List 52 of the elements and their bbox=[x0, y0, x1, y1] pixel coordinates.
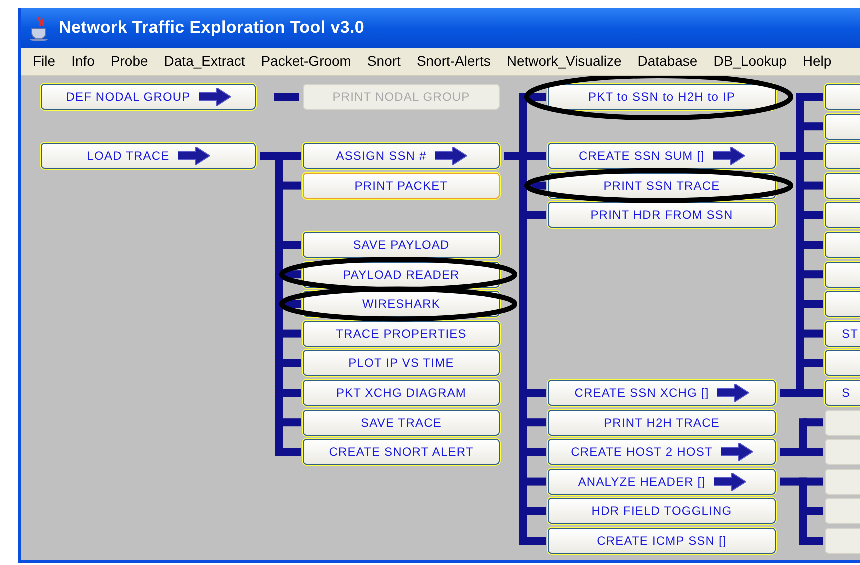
tool-button[interactable]: CREATE SNORT ALERT bbox=[303, 439, 500, 466]
tool-button[interactable]: PLOT IP VS TIME bbox=[303, 350, 500, 376]
arrow-icon bbox=[717, 384, 750, 402]
arrow-icon bbox=[178, 147, 210, 166]
tool-button[interactable] bbox=[825, 291, 860, 318]
tool-button[interactable]: CREATE SSN SUM [] bbox=[548, 143, 776, 170]
menu-item[interactable]: Snort bbox=[359, 51, 409, 72]
arrow-icon bbox=[713, 147, 745, 166]
connector-line bbox=[780, 478, 823, 545]
tool-button[interactable] bbox=[825, 262, 860, 288]
tool-button[interactable]: ST bbox=[825, 320, 860, 347]
menu-item[interactable]: DB_Lookup bbox=[706, 51, 795, 72]
tool-button[interactable]: PRINT HDR FROM SSN bbox=[548, 202, 776, 228]
tool-button[interactable]: ANALYZE HEADER [] bbox=[548, 468, 776, 495]
tool-button[interactable]: PKT XCHG DIAGRAM bbox=[303, 380, 500, 406]
menu-item[interactable]: Packet-Groom bbox=[253, 51, 360, 72]
menu-item[interactable]: Data_Extract bbox=[156, 51, 254, 72]
menu-item[interactable]: File bbox=[25, 51, 64, 72]
menu-item[interactable]: Database bbox=[630, 51, 706, 72]
tool-button[interactable]: CREATE SSN XCHG [] bbox=[548, 380, 776, 406]
tool-button[interactable] bbox=[825, 202, 860, 228]
tool-button[interactable] bbox=[825, 114, 860, 140]
tool-button[interactable]: PRINT H2H TRACE bbox=[548, 410, 776, 436]
menu-item[interactable]: Info bbox=[64, 51, 103, 72]
arrow-icon bbox=[720, 443, 753, 462]
tool-button[interactable] bbox=[825, 84, 860, 110]
tool-button[interactable]: DEF NODAL GROUP bbox=[41, 84, 256, 110]
window-title: Network Traffic Exploration Tool v3.0 bbox=[59, 17, 365, 40]
tool-button[interactable] bbox=[825, 143, 860, 170]
tool-button[interactable]: CREATE ICMP SSN [] bbox=[548, 528, 776, 554]
tool-button[interactable] bbox=[825, 232, 860, 258]
menu-item[interactable]: Probe bbox=[102, 51, 156, 72]
tool-button[interactable] bbox=[825, 172, 860, 199]
tool-button[interactable]: S bbox=[825, 380, 860, 406]
tool-button[interactable]: SAVE PAYLOAD bbox=[303, 232, 500, 258]
tool-button[interactable]: PRINT PACKET bbox=[303, 172, 500, 199]
tool-button[interactable]: ASSIGN SSN # bbox=[303, 143, 500, 170]
menu-item[interactable]: Snort-Alerts bbox=[408, 51, 499, 72]
tool-button[interactable]: SAVE TRACE bbox=[303, 410, 500, 436]
arrow-icon bbox=[198, 88, 231, 106]
tool-button[interactable]: HDR FIELD TOGGLING bbox=[548, 498, 776, 524]
tool-button[interactable]: TRACE PROPERTIES bbox=[303, 320, 500, 347]
tool-button[interactable]: PKT to SSN to H2H to IP bbox=[548, 84, 776, 110]
connector-line bbox=[780, 418, 823, 456]
menu-item[interactable]: Network_Visualize bbox=[498, 51, 630, 72]
tool-button[interactable]: CREATE HOST 2 HOST bbox=[548, 439, 776, 466]
menu-item[interactable]: Help bbox=[794, 51, 840, 72]
coffee-cup-icon bbox=[29, 15, 51, 41]
arrow-icon bbox=[434, 147, 467, 166]
tool-button[interactable] bbox=[825, 350, 860, 376]
arrow-icon bbox=[714, 472, 746, 491]
tool-button[interactable]: LOAD TRACE bbox=[41, 143, 256, 170]
